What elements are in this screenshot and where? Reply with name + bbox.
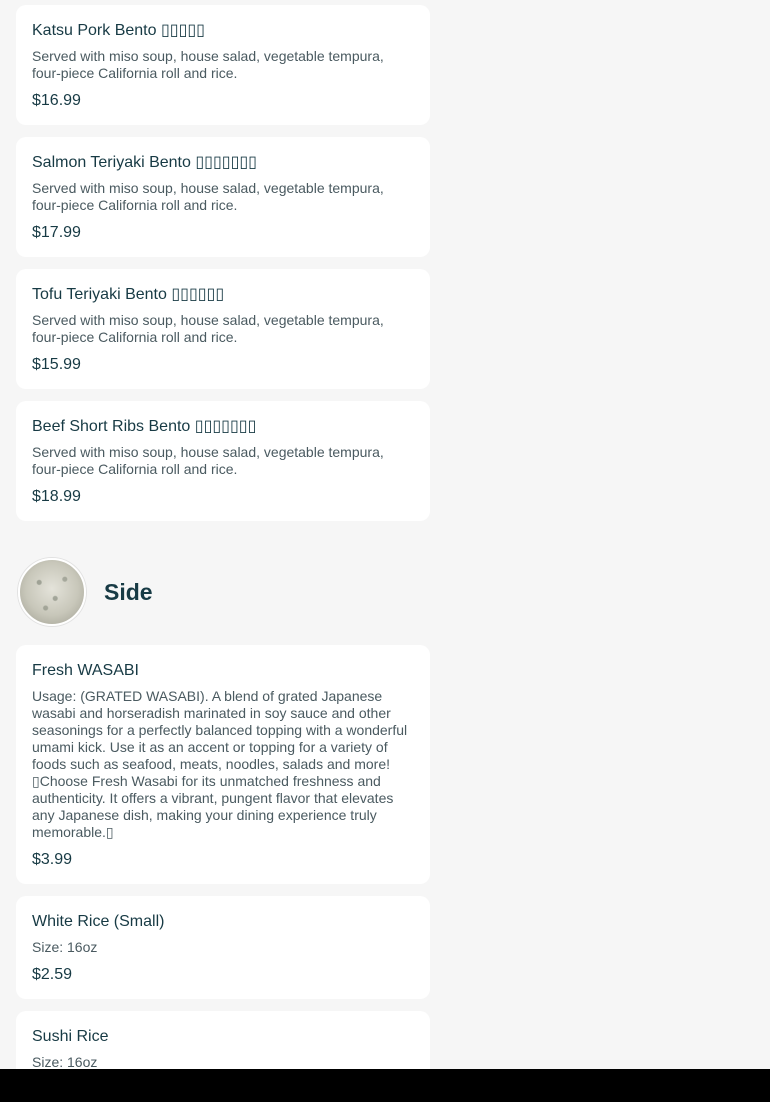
menu-item-card[interactable]: Sushi Rice Size: 16oz	[16, 1011, 430, 1069]
item-name: Beef Short Ribs Bento ▯▯▯▯▯▯▯	[32, 418, 257, 435]
menu-item-card[interactable]: Tofu Teriyaki Bento ▯▯▯▯▯▯ Served with m…	[16, 269, 430, 389]
item-description: Served with miso soup, house salad, vege…	[32, 180, 384, 213]
menu-item-card[interactable]: Beef Short Ribs Bento ▯▯▯▯▯▯▯ Served wit…	[16, 401, 430, 521]
item-name: Salmon Teriyaki Bento ▯▯▯▯▯▯▯	[32, 154, 257, 171]
menu-item-card[interactable]: Fresh WASABI Usage: (GRATED WASABI). A b…	[16, 645, 430, 884]
item-name: White Rice (Small)	[32, 913, 165, 930]
menu-item-card[interactable]: Katsu Pork Bento ▯▯▯▯▯ Served with miso …	[16, 5, 430, 125]
item-name: Sushi Rice	[32, 1028, 109, 1045]
item-name: Fresh WASABI	[32, 662, 139, 679]
section-image	[18, 558, 86, 626]
item-price: $3.99	[32, 851, 73, 868]
item-price: $16.99	[32, 92, 81, 109]
item-description: Size: 16oz	[32, 939, 98, 955]
item-description: Size: 16oz	[32, 1054, 98, 1069]
item-description: Served with miso soup, house salad, vege…	[32, 48, 384, 81]
item-description: Usage: (GRATED WASABI). A blend of grate…	[32, 688, 408, 840]
item-name: Tofu Teriyaki Bento ▯▯▯▯▯▯	[32, 286, 225, 303]
bottom-bar	[0, 1069, 770, 1102]
item-description: Served with miso soup, house salad, vege…	[32, 444, 384, 477]
section-header-side: Side	[18, 558, 418, 628]
item-price: $18.99	[32, 488, 81, 505]
item-price: $2.59	[32, 966, 73, 983]
menu-item-card[interactable]: White Rice (Small) Size: 16oz $2.59	[16, 896, 430, 999]
item-description: Served with miso soup, house salad, vege…	[32, 312, 384, 345]
item-price: $15.99	[32, 356, 81, 373]
menu-page: Katsu Pork Bento ▯▯▯▯▯ Served with miso …	[0, 0, 770, 1069]
item-price: $17.99	[32, 224, 81, 241]
section-title: Side	[104, 579, 153, 605]
menu-item-card[interactable]: Salmon Teriyaki Bento ▯▯▯▯▯▯▯ Served wit…	[16, 137, 430, 257]
item-name: Katsu Pork Bento ▯▯▯▯▯	[32, 22, 205, 39]
